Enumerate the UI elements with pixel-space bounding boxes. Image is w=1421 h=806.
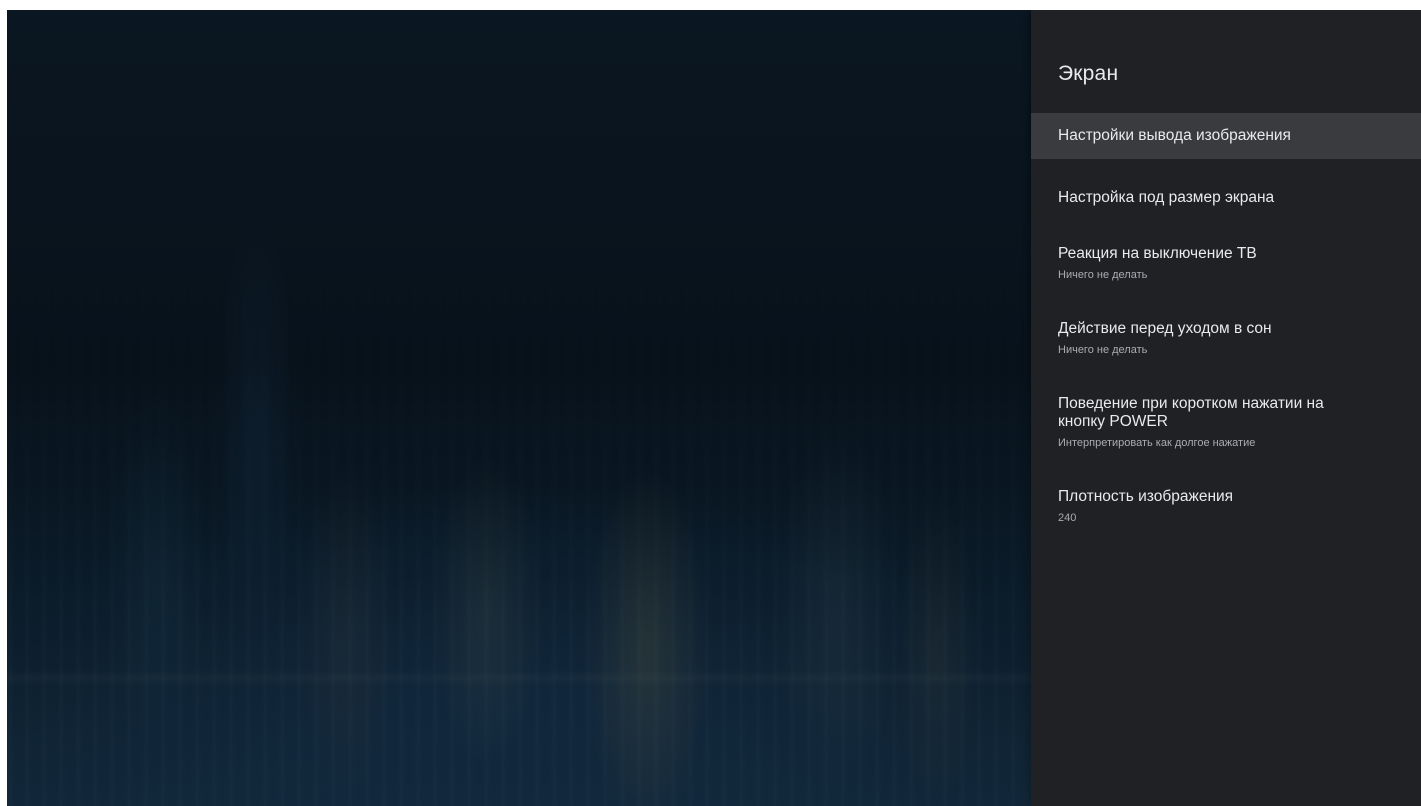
- menu-item-label: Реакция на выключение ТВ: [1058, 245, 1257, 262]
- menu-item-label: Настройки вывода изображения: [1058, 127, 1291, 144]
- settings-side-panel: Экран Настройки вывода изображения Настр…: [1031, 10, 1421, 806]
- menu-item-screen-fit[interactable]: Настройка под размер экрана: [1031, 175, 1421, 221]
- panel-title: Экран: [1058, 62, 1119, 85]
- settings-menu: Настройки вывода изображения Настройка п…: [1031, 113, 1421, 559]
- menu-item-value: Ничего не делать: [1058, 269, 1148, 281]
- wallpaper-horizon: [7, 670, 1031, 686]
- menu-item-value: 240: [1058, 512, 1077, 524]
- menu-item-display-output[interactable]: Настройки вывода изображения: [1031, 113, 1421, 159]
- wallpaper-light-streaks: [7, 10, 1031, 806]
- menu-item-value: Ничего не делать: [1058, 344, 1148, 356]
- menu-item-tv-off-reaction[interactable]: Реакция на выключение ТВ Ничего не делат…: [1031, 231, 1421, 296]
- menu-item-value: Интерпретировать как долгое нажатие: [1058, 437, 1256, 449]
- tv-screen: Экран Настройки вывода изображения Настр…: [7, 10, 1421, 806]
- menu-item-display-density[interactable]: Плотность изображения 240: [1031, 474, 1421, 539]
- menu-item-label: Поведение при коротком нажатии на кнопку…: [1058, 395, 1324, 430]
- menu-item-label: Действие перед уходом в сон: [1058, 320, 1272, 337]
- menu-item-label: Настройка под размер экрана: [1058, 189, 1275, 206]
- menu-item-power-short-press[interactable]: Поведение при коротком нажатии на кнопку…: [1031, 381, 1421, 464]
- background-wallpaper: [7, 10, 1031, 806]
- menu-item-label: Плотность изображения: [1058, 488, 1234, 505]
- menu-item-before-sleep-action[interactable]: Действие перед уходом в сон Ничего не де…: [1031, 306, 1421, 371]
